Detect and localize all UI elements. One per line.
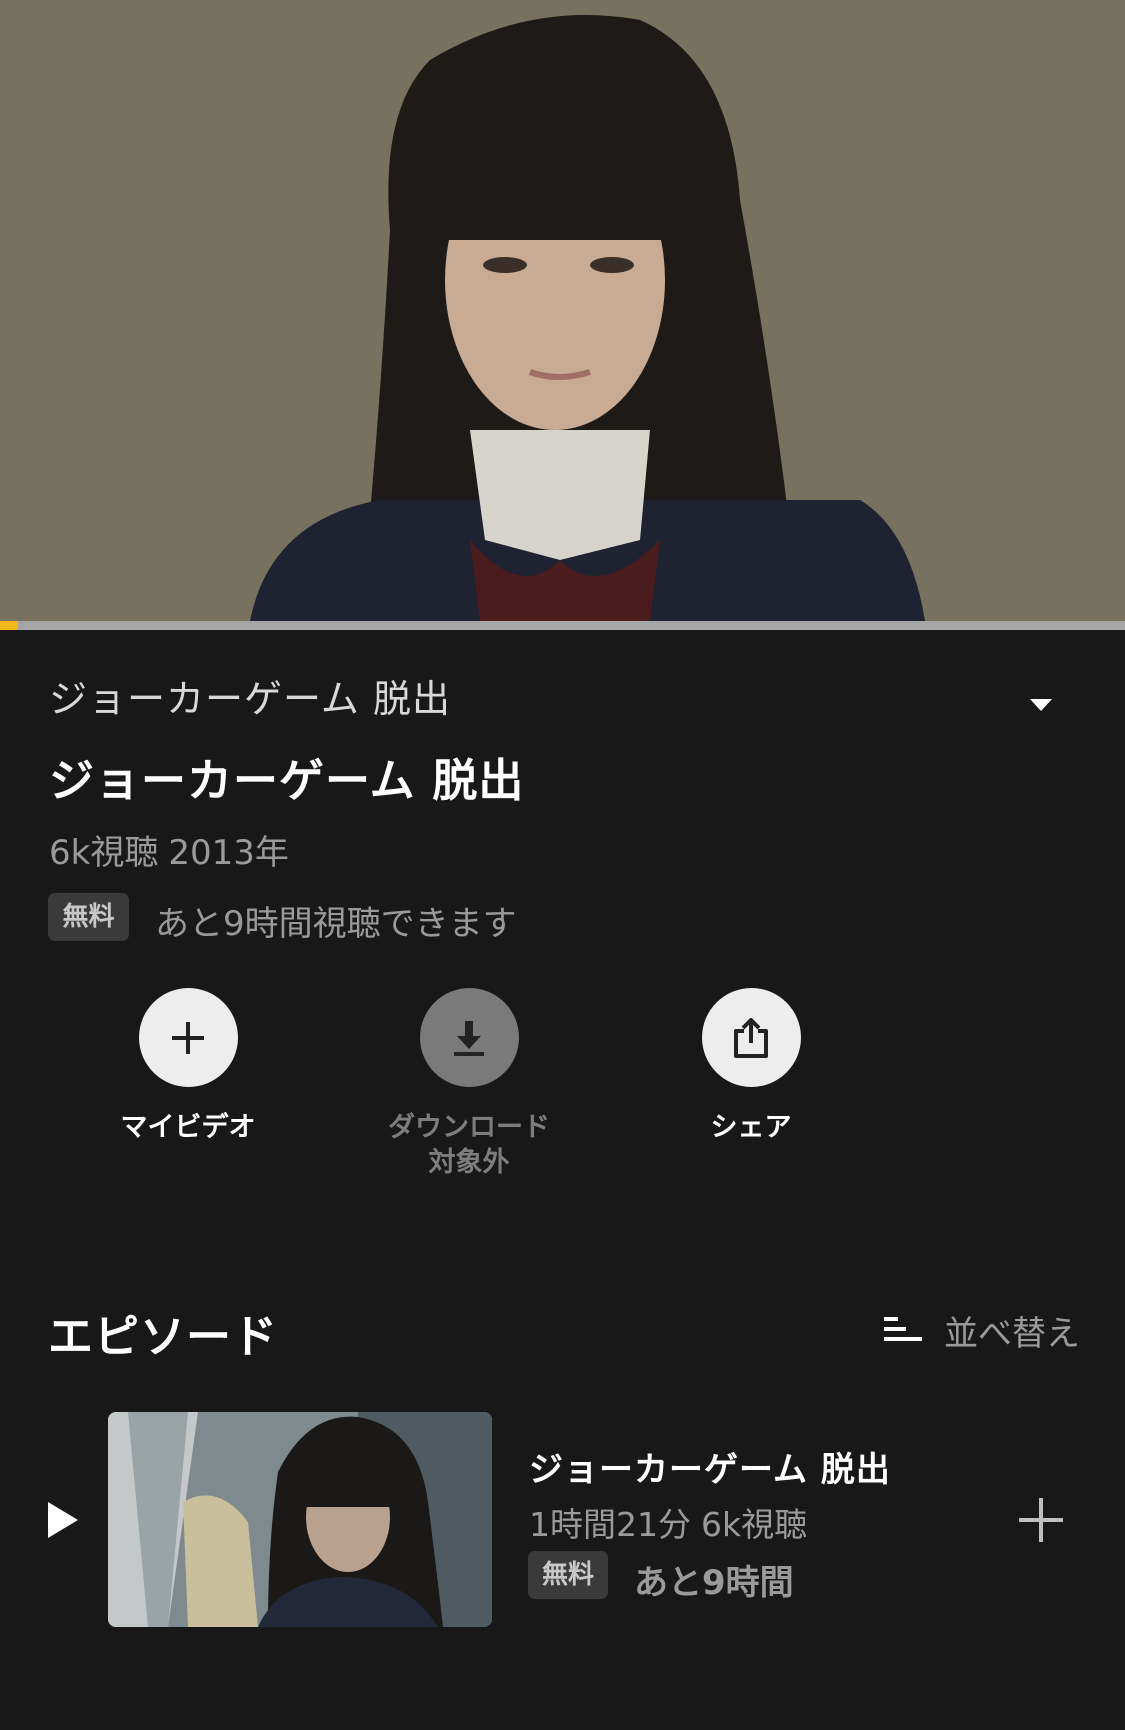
playback-progress-bar[interactable] xyxy=(0,621,1125,630)
episode-title[interactable]: ジョーカーゲーム 脱出 xyxy=(529,1442,891,1491)
plus-icon xyxy=(172,1021,204,1054)
share-circle[interactable] xyxy=(701,988,801,1087)
episode-remaining-time: あと9時間 xyxy=(634,1563,794,1603)
episode-thumbnail-illustration xyxy=(108,1412,492,1627)
plus-icon[interactable] xyxy=(1019,1498,1063,1542)
series-title: ジョーカーゲーム 脱出 xyxy=(49,677,451,721)
download-button[interactable]: ダウンロード 対象外 xyxy=(369,988,569,1180)
download-label: ダウンロード 対象外 xyxy=(388,1112,550,1178)
playback-progress-fill xyxy=(0,621,18,630)
play-icon[interactable] xyxy=(46,1500,80,1540)
download-icon xyxy=(454,1020,484,1056)
free-badge: 無料 xyxy=(48,893,129,941)
episode-meta: 1時間21分 6k視聴 xyxy=(529,1498,807,1546)
hero-video-still[interactable] xyxy=(0,0,1125,621)
share-icon xyxy=(734,1017,768,1058)
sort-lines-icon xyxy=(884,1316,922,1341)
download-circle[interactable] xyxy=(419,988,519,1087)
my-video-circle[interactable] xyxy=(138,988,238,1087)
episode-thumbnail[interactable] xyxy=(108,1412,492,1627)
hero-still-illustration xyxy=(0,0,1125,621)
episode-views: 6k視聴 xyxy=(701,1505,808,1544)
program-title: ジョーカーゲーム 脱出 xyxy=(49,754,525,807)
share-label: シェア xyxy=(710,1112,792,1143)
episodes-heading: エピソード xyxy=(48,1310,279,1363)
view-count: 6k視聴 xyxy=(49,833,159,873)
program-meta: 6k視聴 2013年 xyxy=(49,825,289,874)
share-button[interactable]: シェア xyxy=(651,988,851,1145)
availability-text: あと9時間視聴できます xyxy=(155,904,517,944)
sort-button[interactable]: 並べ替え xyxy=(882,1306,1080,1355)
caret-down-icon[interactable] xyxy=(1029,698,1053,712)
my-video-button[interactable]: マイビデオ xyxy=(88,988,288,1145)
release-year: 2013年 xyxy=(168,833,289,873)
sort-label: 並べ替え xyxy=(944,1314,1080,1354)
episode-duration: 1時間21分 xyxy=(529,1505,691,1544)
episode-free-badge: 無料 xyxy=(528,1551,608,1599)
my-video-label: マイビデオ xyxy=(120,1112,256,1143)
